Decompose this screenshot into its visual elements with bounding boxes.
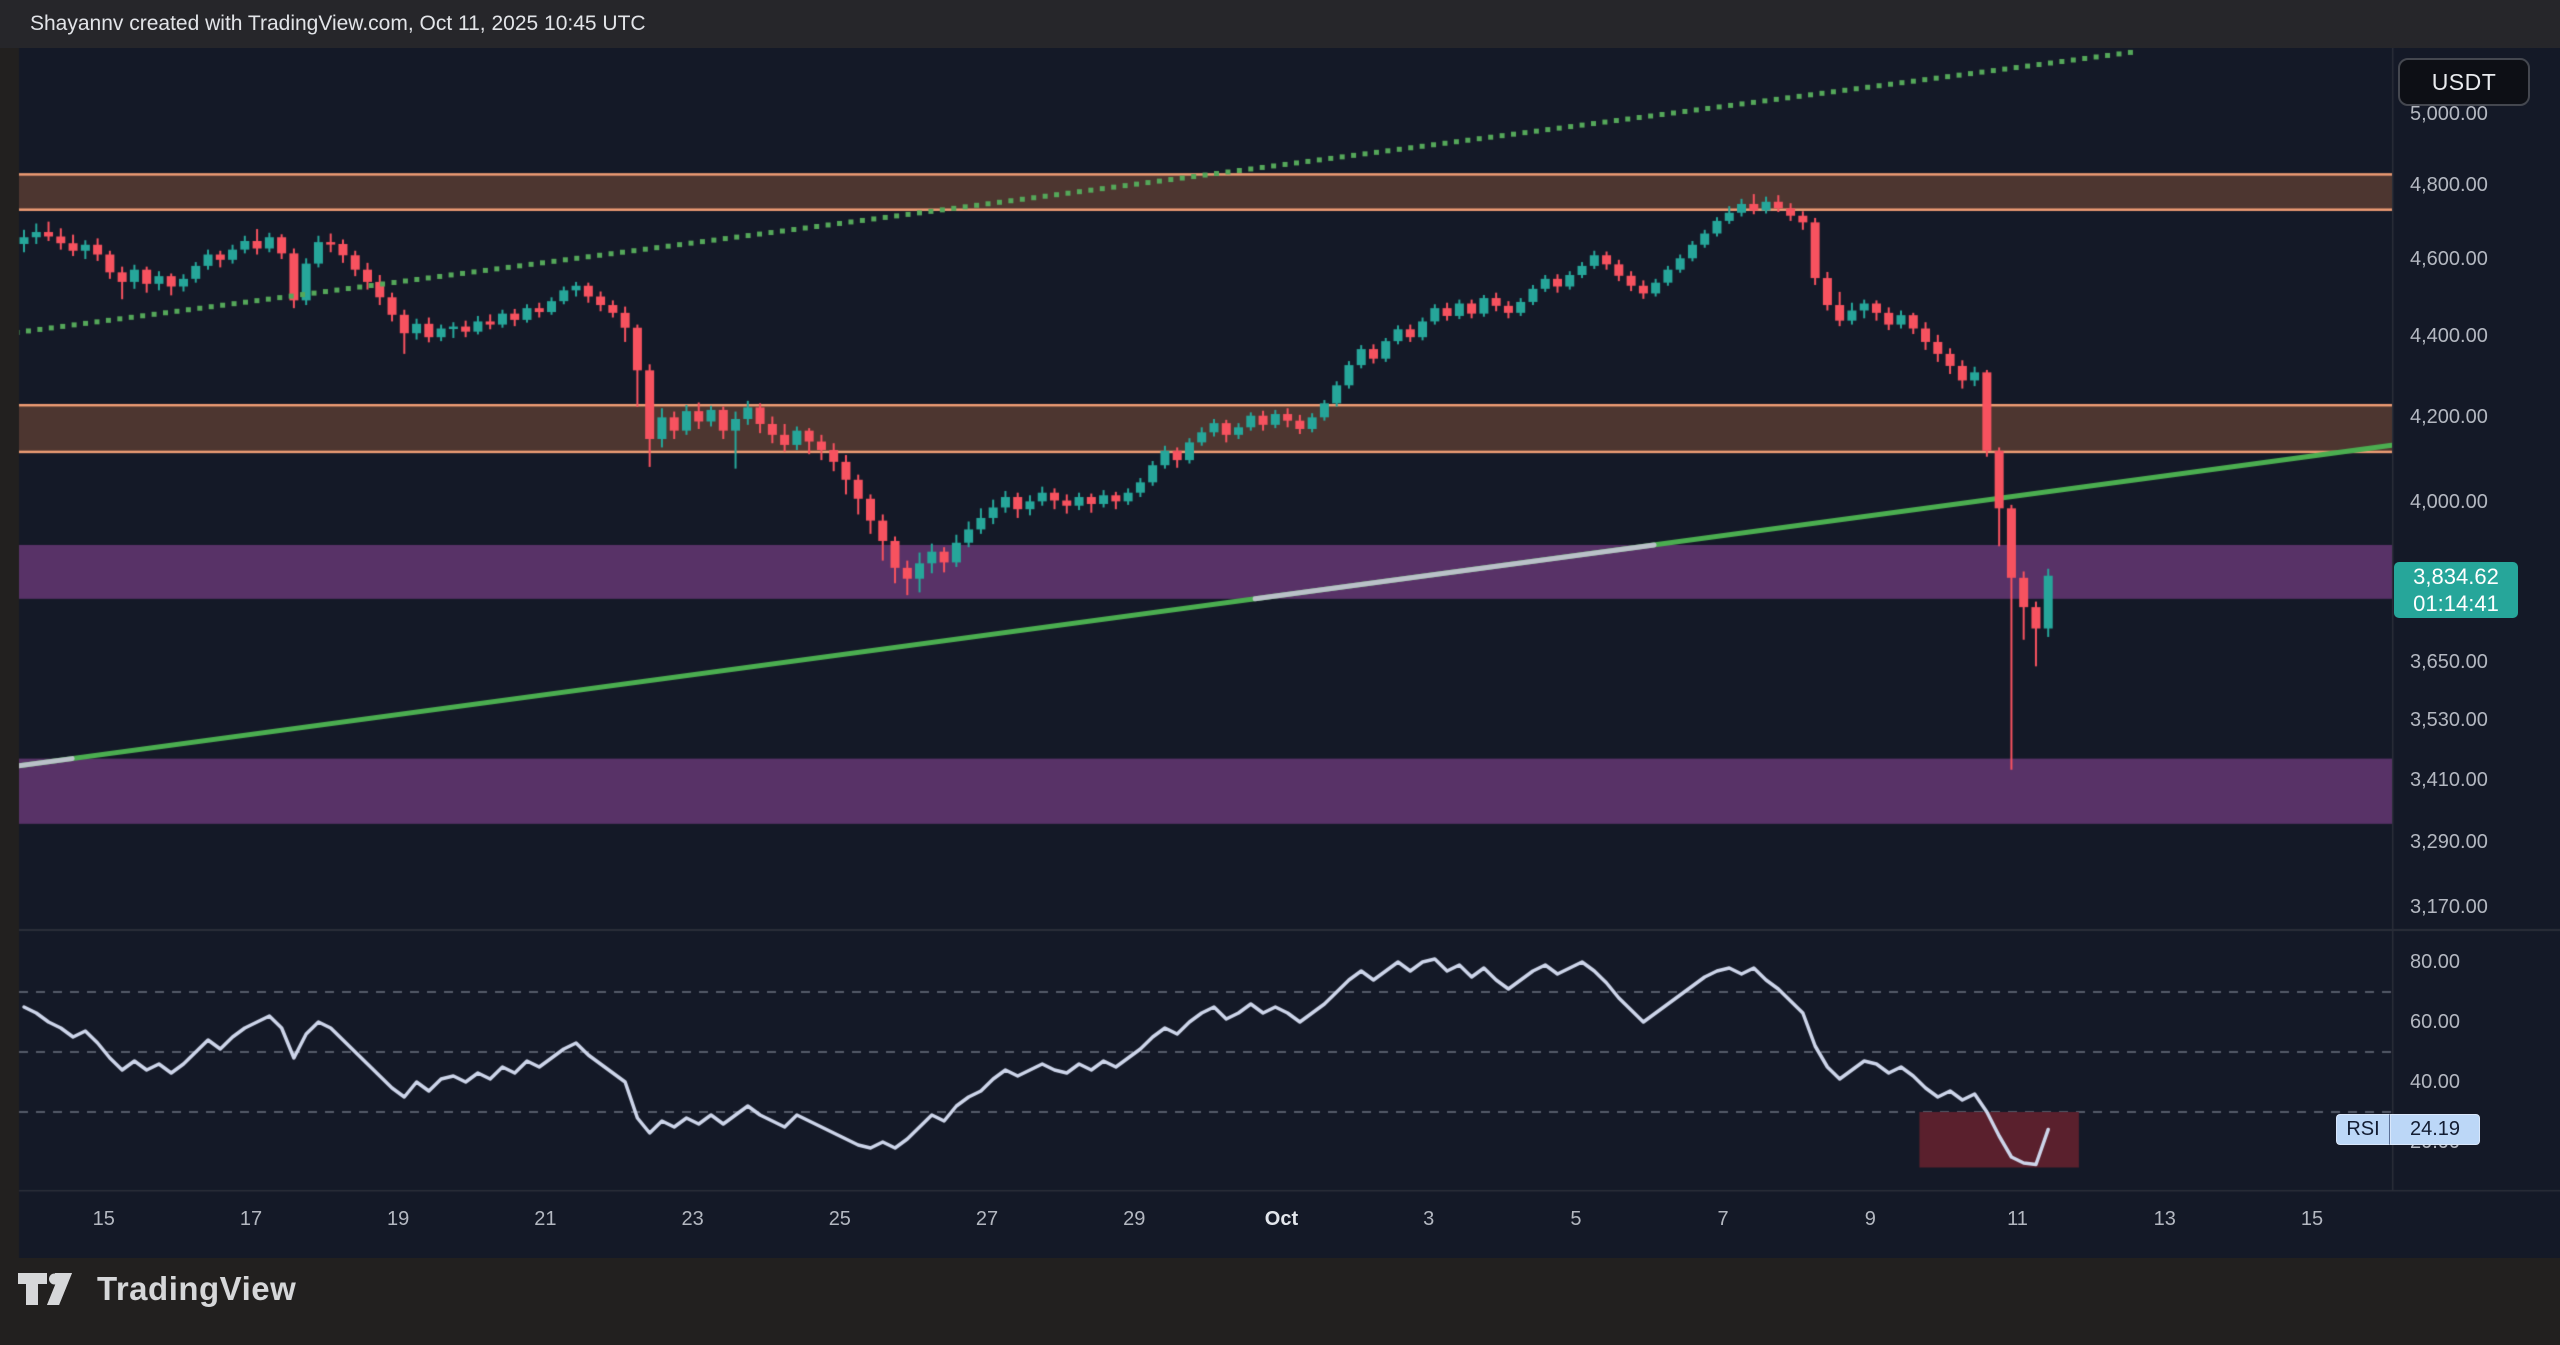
time-axis-label: 9	[1865, 1208, 1876, 1231]
time-axis-label: 7	[1718, 1208, 1729, 1231]
last-price-badge: 3,834.62 01:14:41	[2394, 562, 2518, 618]
time-axis-label: 15	[2301, 1208, 2323, 1231]
price-axis-label: 3,170.00	[2410, 895, 2488, 919]
price-axis-label: 4,000.00	[2410, 490, 2488, 514]
time-axis-label: 21	[534, 1208, 556, 1231]
time-axis-label: 3	[1423, 1208, 1434, 1231]
time-axis-label: 5	[1570, 1208, 1581, 1231]
time-axis-label: 29	[1123, 1208, 1145, 1231]
price-axis-label: 4,400.00	[2410, 324, 2488, 348]
footer-bar	[0, 1258, 2560, 1345]
chart-canvas[interactable]	[0, 0, 2560, 1345]
rsi-indicator-name: RSI	[2336, 1114, 2390, 1145]
tradingview-logo-icon	[17, 1270, 73, 1308]
price-axis-label: 3,650.00	[2410, 650, 2488, 674]
time-axis-label: 11	[2007, 1208, 2028, 1231]
rsi-axis-label: 60.00	[2410, 1010, 2460, 1034]
tradingview-chart-widget: Shayannv created with TradingView.com, O…	[0, 0, 2560, 1345]
time-axis-label: 19	[387, 1208, 409, 1231]
candle-countdown: 01:14:41	[2394, 590, 2518, 617]
time-axis-label: 15	[93, 1208, 115, 1231]
price-axis-label: 4,600.00	[2410, 247, 2488, 271]
time-axis-label: 25	[829, 1208, 851, 1231]
price-axis-label: 3,530.00	[2410, 708, 2488, 732]
time-axis-label: 27	[976, 1208, 998, 1231]
tradingview-logo[interactable]: TradingView	[17, 1270, 296, 1308]
last-price-value: 3,834.62	[2394, 563, 2518, 590]
header-bar: Shayannv created with TradingView.com, O…	[0, 0, 2560, 48]
time-axis-label: 23	[681, 1208, 703, 1231]
time-axis-label: Oct	[1265, 1208, 1298, 1231]
price-axis-label: 3,410.00	[2410, 768, 2488, 792]
attribution-text: Shayannv created with TradingView.com, O…	[30, 12, 646, 35]
price-axis-label: 4,200.00	[2410, 405, 2488, 429]
tradingview-logo-text: TradingView	[97, 1270, 296, 1308]
time-axis-label: 17	[240, 1208, 262, 1231]
currency-toggle-button[interactable]: USDT	[2398, 58, 2530, 106]
rsi-axis-label: 40.00	[2410, 1070, 2460, 1094]
rsi-indicator-value: 24.19	[2390, 1114, 2480, 1145]
price-axis-label: 4,800.00	[2410, 173, 2488, 197]
time-axis-label: 13	[2154, 1208, 2176, 1231]
currency-label: USDT	[2432, 69, 2497, 96]
rsi-axis-label: 80.00	[2410, 950, 2460, 974]
price-axis-label: 3,290.00	[2410, 830, 2488, 854]
price-axis-label: 5,000.00	[2410, 102, 2488, 126]
rsi-indicator-badge: RSI 24.19	[2336, 1114, 2480, 1145]
